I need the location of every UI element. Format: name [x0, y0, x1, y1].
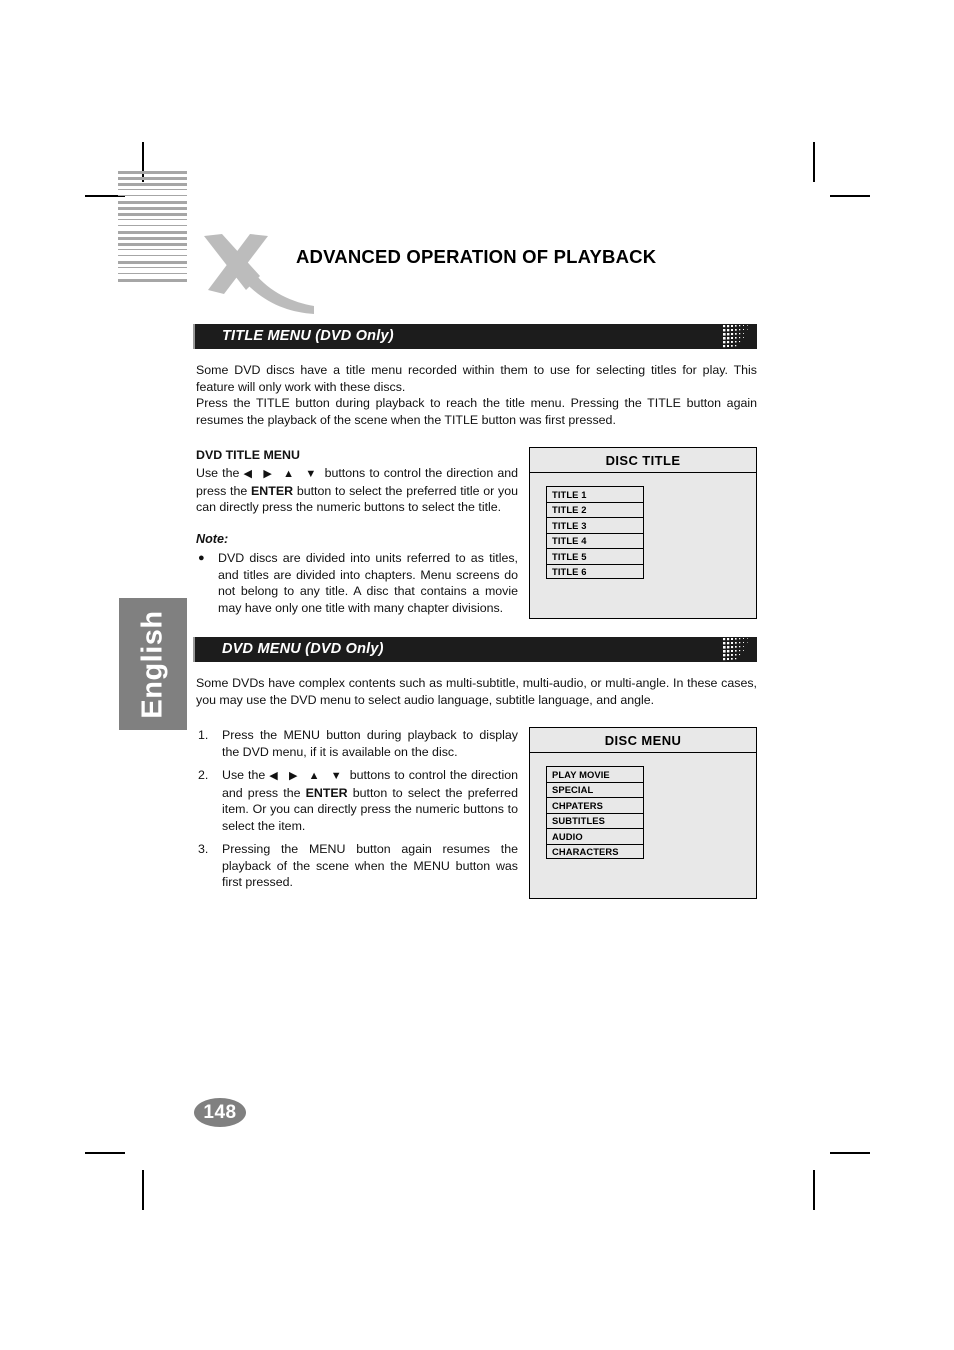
list-item: 1. Press the MENU button during playback… — [196, 727, 518, 760]
stripe-line — [118, 195, 187, 196]
osd-disc-menu-list: PLAY MOVIE SPECIAL CHPATERS SUBTITLES AU… — [530, 753, 756, 859]
crop-mark-bottom-left-horizontal — [85, 1152, 125, 1154]
stripe-line — [118, 183, 187, 186]
step-prefix: Use the — [222, 768, 266, 782]
step-text: Use the ◀ ▶ ▲ ▼ buttons to control the d… — [222, 767, 518, 834]
stripe-line — [118, 171, 187, 174]
crop-mark-bottom-left-vertical — [142, 1170, 144, 1210]
section-header-dvd-menu-label: DVD MENU (DVD Only) — [222, 641, 384, 657]
list-item[interactable]: TITLE 2 — [546, 501, 644, 517]
osd-screen-disc-menu: DISC MENU PLAY MOVIE SPECIAL CHPATERS SU… — [529, 727, 757, 899]
language-tab-label: English — [136, 609, 169, 719]
stripe-line — [118, 177, 187, 180]
list-item: 3. Pressing the MENU button again resume… — [196, 841, 518, 891]
step-text: Press the MENU button during playback to… — [222, 728, 518, 759]
osd-screen-disc-title: DISC TITLE TITLE 1 TITLE 2 TITLE 3 TITLE… — [529, 447, 757, 619]
list-item: 2. Use the ◀ ▶ ▲ ▼ buttons to control th… — [196, 767, 518, 834]
stripe-line — [118, 243, 187, 246]
dvd-title-menu-subheading: DVD TITLE MENU — [196, 448, 300, 462]
list-item[interactable]: PLAY MOVIE — [546, 766, 644, 782]
note-label: Note: — [196, 532, 229, 546]
list-item[interactable]: TITLE 4 — [546, 532, 644, 548]
note-bullet-text: DVD discs are divided into units referre… — [218, 551, 518, 615]
section-header-dvd-menu: DVD MENU (DVD Only) — [193, 637, 757, 662]
osd-disc-menu-header: DISC MENU — [530, 728, 756, 753]
step-number: 2. — [198, 768, 209, 782]
list-item[interactable]: TITLE 1 — [546, 486, 644, 502]
step-number: 3. — [198, 842, 209, 856]
section-header-title-menu: TITLE MENU (DVD Only) — [193, 324, 757, 349]
section-header-title-menu-label: TITLE MENU (DVD Only) — [222, 328, 394, 344]
step-number: 1. — [198, 728, 209, 742]
page-title: ADVANCED OPERATION OF PLAYBACK — [296, 246, 657, 267]
note-bullet-list: ● DVD discs are divided into units refer… — [196, 550, 518, 616]
dvd-menu-paragraph-1: Some DVDs have complex contents such as … — [196, 676, 757, 707]
language-tab-english: English — [119, 598, 187, 730]
list-item[interactable]: AUDIO — [546, 828, 644, 844]
osd-disc-title-list: TITLE 1 TITLE 2 TITLE 3 TITLE 4 TITLE 5 … — [530, 473, 756, 579]
stripe-line — [118, 213, 187, 216]
list-item[interactable]: SUBTITLES — [546, 812, 644, 828]
stripe-line — [118, 237, 187, 240]
enter-button-label: ENTER — [251, 483, 294, 498]
osd-disc-title-header: DISC TITLE — [530, 448, 756, 473]
list-item: ● DVD discs are divided into units refer… — [196, 550, 518, 616]
dvd-menu-steps: 1. Press the MENU button during playback… — [196, 727, 518, 898]
stripe-line — [118, 279, 187, 282]
stripe-line — [118, 225, 187, 226]
stripe-line — [118, 219, 187, 220]
stripe-line — [118, 189, 187, 190]
page-number-badge: 148 — [194, 1098, 246, 1127]
crop-mark-top-right-vertical — [813, 142, 815, 182]
stripe-line — [118, 255, 187, 256]
stripe-line — [118, 273, 187, 274]
direction-arrows-icon: ◀ ▶ ▲ ▼ — [243, 468, 321, 480]
instruction-prefix: Use the — [196, 466, 240, 480]
list-item[interactable]: TITLE 6 — [546, 563, 644, 579]
crop-mark-bottom-right-vertical — [813, 1170, 815, 1210]
direction-arrows-icon: ◀ ▶ ▲ ▼ — [269, 770, 346, 782]
stripe-line — [118, 267, 187, 268]
enter-button-label: ENTER — [305, 785, 348, 800]
stripe-line — [118, 231, 187, 234]
list-item[interactable]: TITLE 5 — [546, 548, 644, 564]
stripe-line — [118, 201, 187, 204]
halftone-dots-decoration — [721, 324, 757, 349]
halftone-dots-decoration — [721, 637, 757, 662]
list-item[interactable]: CHPATERS — [546, 797, 644, 813]
step-text: Pressing the MENU button again resumes t… — [222, 842, 518, 889]
dvd-title-menu-instructions: Use the ◀ ▶ ▲ ▼ buttons to control the d… — [196, 465, 518, 516]
list-item[interactable]: TITLE 3 — [546, 517, 644, 533]
bullet-point-icon: ● — [198, 552, 205, 564]
stripe-line — [118, 207, 187, 210]
decorative-stripe-pattern — [118, 171, 187, 316]
list-item[interactable]: SPECIAL — [546, 781, 644, 797]
stripe-line — [118, 249, 187, 250]
list-item[interactable]: CHARACTERS — [546, 843, 644, 859]
title-menu-paragraph-1: Some DVD discs have a title menu recorde… — [196, 363, 757, 394]
stripe-line — [118, 261, 187, 264]
title-menu-paragraph-2: Press the TITLE button during playback t… — [196, 396, 757, 427]
crop-mark-bottom-right-horizontal — [830, 1152, 870, 1154]
crop-mark-top-right-horizontal — [830, 195, 870, 197]
